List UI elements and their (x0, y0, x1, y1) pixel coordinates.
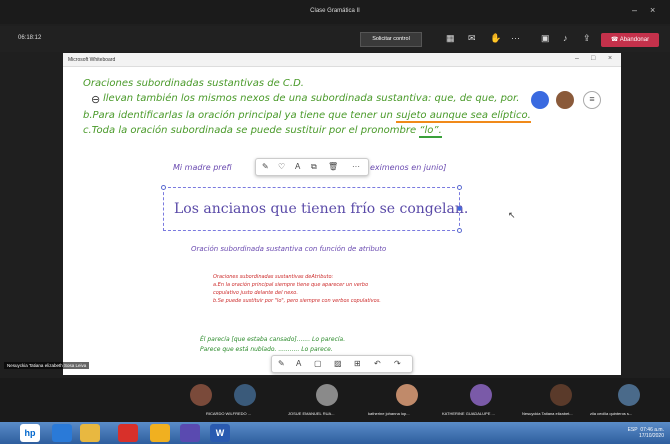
camera-off-icon[interactable]: ▣ (541, 33, 550, 44)
windows-taskbar: hp W ESP 07:46 a.m. 17/10/2020 (0, 422, 670, 444)
green-line-1: Él parecía [que estaba cansado]....... L… (200, 336, 346, 343)
avatar (550, 384, 572, 406)
whiteboard-window[interactable]: Microsoft Whiteboard – □ × Oraciones sub… (63, 53, 621, 375)
note-icon[interactable]: ▢ (314, 359, 322, 368)
participant-tile[interactable]: JOSUE EMANUEL RUA... (286, 378, 368, 422)
heading-ink: Oraciones subordinadas sustantivas de C.… (83, 78, 304, 89)
back-arrow-icon[interactable]: ⊖ (91, 93, 100, 106)
participant-tile[interactable]: katherine johanna lop... (366, 378, 448, 422)
system-tray: ESP 07:46 a.m. 17/10/2020 (628, 427, 664, 439)
chat-icon[interactable]: ✉ (468, 33, 476, 44)
close-window-button[interactable]: × (650, 5, 655, 15)
title-bar: Clase Gramática II – × (0, 0, 670, 24)
teams-icon[interactable] (180, 424, 200, 442)
raise-hand-icon[interactable]: ✋ (490, 33, 501, 44)
tray-date: 17/10/2020 (638, 433, 664, 439)
user-presence-icon[interactable] (531, 91, 549, 109)
pen-icon[interactable]: ✎ (278, 359, 285, 368)
whiteboard-titlebar: Microsoft Whiteboard – □ × (63, 53, 621, 67)
resize-handle[interactable] (457, 185, 462, 190)
request-control-button[interactable]: Solicitar control (360, 32, 422, 47)
start-icon[interactable] (52, 424, 72, 442)
chrome-icon[interactable] (150, 424, 170, 442)
meeting-toolbar: 06:18:12 Solicitar control ▦ ✉ ✋ ··· ▣ ♪… (0, 26, 670, 52)
pencil-icon[interactable]: ✎ (262, 162, 269, 171)
wb-close-icon[interactable]: × (608, 55, 612, 62)
wb-minimize-icon[interactable]: – (575, 55, 579, 62)
phone-icon: ☎ (610, 37, 620, 43)
presenter-name-label: Nesuyckia Tatiana elizabeth Sosa Leiva (4, 362, 90, 369)
text-icon[interactable]: A (296, 359, 301, 368)
avatar[interactable] (556, 91, 574, 109)
resize-handle[interactable] (457, 228, 462, 233)
mouse-cursor-icon: ↖ (508, 210, 516, 220)
like-icon[interactable]: ♡ (278, 162, 285, 171)
copy-icon[interactable]: ⧉ (311, 162, 317, 172)
text-format-icon[interactable]: A (295, 162, 300, 171)
participant-name: KATHERINE GUADALUPE ... (442, 411, 495, 416)
rotate-handle[interactable] (457, 206, 462, 211)
undo-icon[interactable]: ↶ (374, 359, 381, 368)
add-icon[interactable]: ⊞ (354, 359, 361, 368)
line-a-ink: llevan también los mismos nexos de una s… (103, 93, 520, 104)
selected-text-box[interactable]: Los ancianos que tienen frío se congelan… (161, 185, 468, 233)
tray-lang: ESP (627, 427, 638, 433)
meeting-title: Clase Gramática II (310, 8, 360, 14)
screen: Clase Gramática II – × 06:18:12 Solicita… (0, 0, 670, 444)
mi-madre-left-ink: Mi madre prefi (173, 163, 232, 172)
menu-icon[interactable]: ≡ (583, 91, 601, 109)
word-icon[interactable]: W (210, 424, 230, 442)
share-screen-icon[interactable]: ⇪ (583, 33, 591, 44)
delete-icon[interactable]: 🗑 (328, 162, 338, 171)
wb-maximize-icon[interactable]: □ (591, 55, 595, 62)
line-b-ink: b.Para identificarlas la oración princip… (83, 110, 531, 123)
participants-icon[interactable]: ▦ (446, 33, 455, 44)
participant-name: zila cecilia quinteros s... (590, 411, 633, 416)
avatar (316, 384, 338, 406)
participant-name: RICARDO WILFREDO ... (206, 411, 252, 416)
participant-name: JOSUE EMANUEL RUA... (288, 411, 335, 416)
participant-tile[interactable]: RICARDO WILFREDO ... (204, 378, 286, 422)
avatar (396, 384, 418, 406)
meeting-timer: 06:18:12 (18, 35, 42, 41)
red-line-4: b.Se puede sustituir por "lo", pero siem… (213, 298, 381, 304)
redo-icon[interactable]: ↷ (394, 359, 401, 368)
avatar (618, 384, 640, 406)
leave-label: Abandonar (619, 37, 650, 43)
more-options-icon[interactable]: ··· (511, 33, 520, 43)
minimize-button[interactable]: – (632, 5, 637, 15)
ellipsis-icon[interactable]: ··· (352, 162, 360, 171)
red-line-3: copulativo justo delante del nexo. (213, 290, 298, 296)
whiteboard-window-title: Microsoft Whiteboard (68, 57, 116, 63)
main-sentence: Los ancianos que tienen frío se congelan… (174, 201, 469, 217)
participant-tile[interactable]: KATHERINE GUADALUPE ... (440, 378, 522, 422)
participant-strip: RICARDO WILFREDO ... JOSUE EMANUEL RUA..… (0, 378, 670, 422)
context-toolbar: ✎ ♡ A ⧉ 🗑 ··· (255, 158, 369, 176)
line-b-underlined: sujeto aunque sea elíptico. (396, 110, 531, 123)
red-line-1: Oraciones subordinadas sustantivas deAtr… (213, 274, 334, 280)
participant-name: katherine johanna lop... (368, 411, 410, 416)
line-b-prefix: b.Para identificarlas la oración princip… (83, 110, 397, 121)
microphone-icon[interactable]: ♪ (563, 33, 568, 43)
hp-logo-icon[interactable]: hp (20, 424, 40, 442)
opera-icon[interactable] (118, 424, 138, 442)
mi-madre-right-ink: eximenos en junio] (370, 163, 447, 172)
red-line-2: a.En la oración principal siempre tiene … (213, 282, 369, 288)
avatar (470, 384, 492, 406)
leave-button[interactable]: ☎ Abandonar (601, 33, 659, 47)
file-explorer-icon[interactable] (80, 424, 100, 442)
avatar (234, 384, 256, 406)
line-c-quoted: “lo”. (419, 125, 442, 138)
resize-handle[interactable] (161, 185, 166, 190)
image-icon[interactable]: ▨ (334, 359, 342, 368)
line-c-ink: c.Toda la oración subordinada se puede s… (83, 125, 442, 138)
attr-heading-ink: Oración subordinada sustantiva con funci… (191, 245, 387, 253)
line-c-prefix: c.Toda la oración subordinada se puede s… (83, 125, 420, 136)
drawing-toolbar: ✎ A ▢ ▨ ⊞ ↶ ↷ (271, 355, 413, 373)
participant-tile[interactable]: zila cecilia quinteros s... (588, 378, 670, 422)
green-line-2: Parece que está nublado. ........... Lo … (200, 346, 333, 353)
